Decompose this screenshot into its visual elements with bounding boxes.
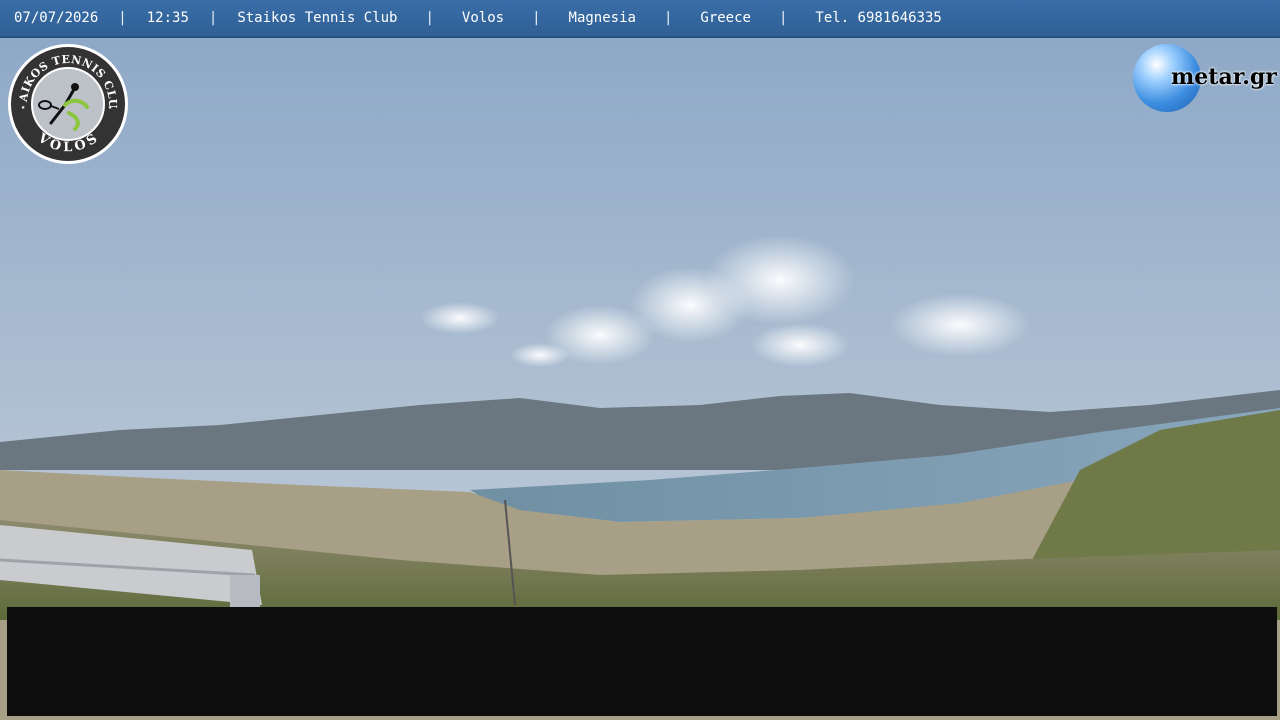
caption-bar: 07/07/2026 | 12:35 | Staikos Tennis Club… <box>0 0 1280 38</box>
caption-separator: | <box>425 10 434 26</box>
caption-time: 12:35 <box>146 10 189 26</box>
caption-region: Magnesia <box>568 10 636 26</box>
caption-phone: Tel. 6981646335 <box>815 10 942 26</box>
metar-brand: metar.gr <box>1171 64 1277 90</box>
staikos-tennis-club-logo: STAIKOS TENNIS CLUB VOLOS ★ ★ <box>7 43 128 164</box>
caption-separator: | <box>663 10 673 26</box>
caption-country: Greece <box>700 10 751 26</box>
caption-club: Staikos Tennis Club <box>237 10 398 26</box>
black-overlay <box>7 607 1277 716</box>
caption-separator: | <box>118 10 127 26</box>
caption-separator: | <box>532 10 541 26</box>
caption-separator: | <box>208 10 218 26</box>
caption-date: 07/07/2026 <box>14 10 99 26</box>
caption-city: Volos <box>461 10 505 26</box>
caption-separator: | <box>778 10 788 26</box>
metar-logo: metar.gr <box>1133 44 1277 114</box>
